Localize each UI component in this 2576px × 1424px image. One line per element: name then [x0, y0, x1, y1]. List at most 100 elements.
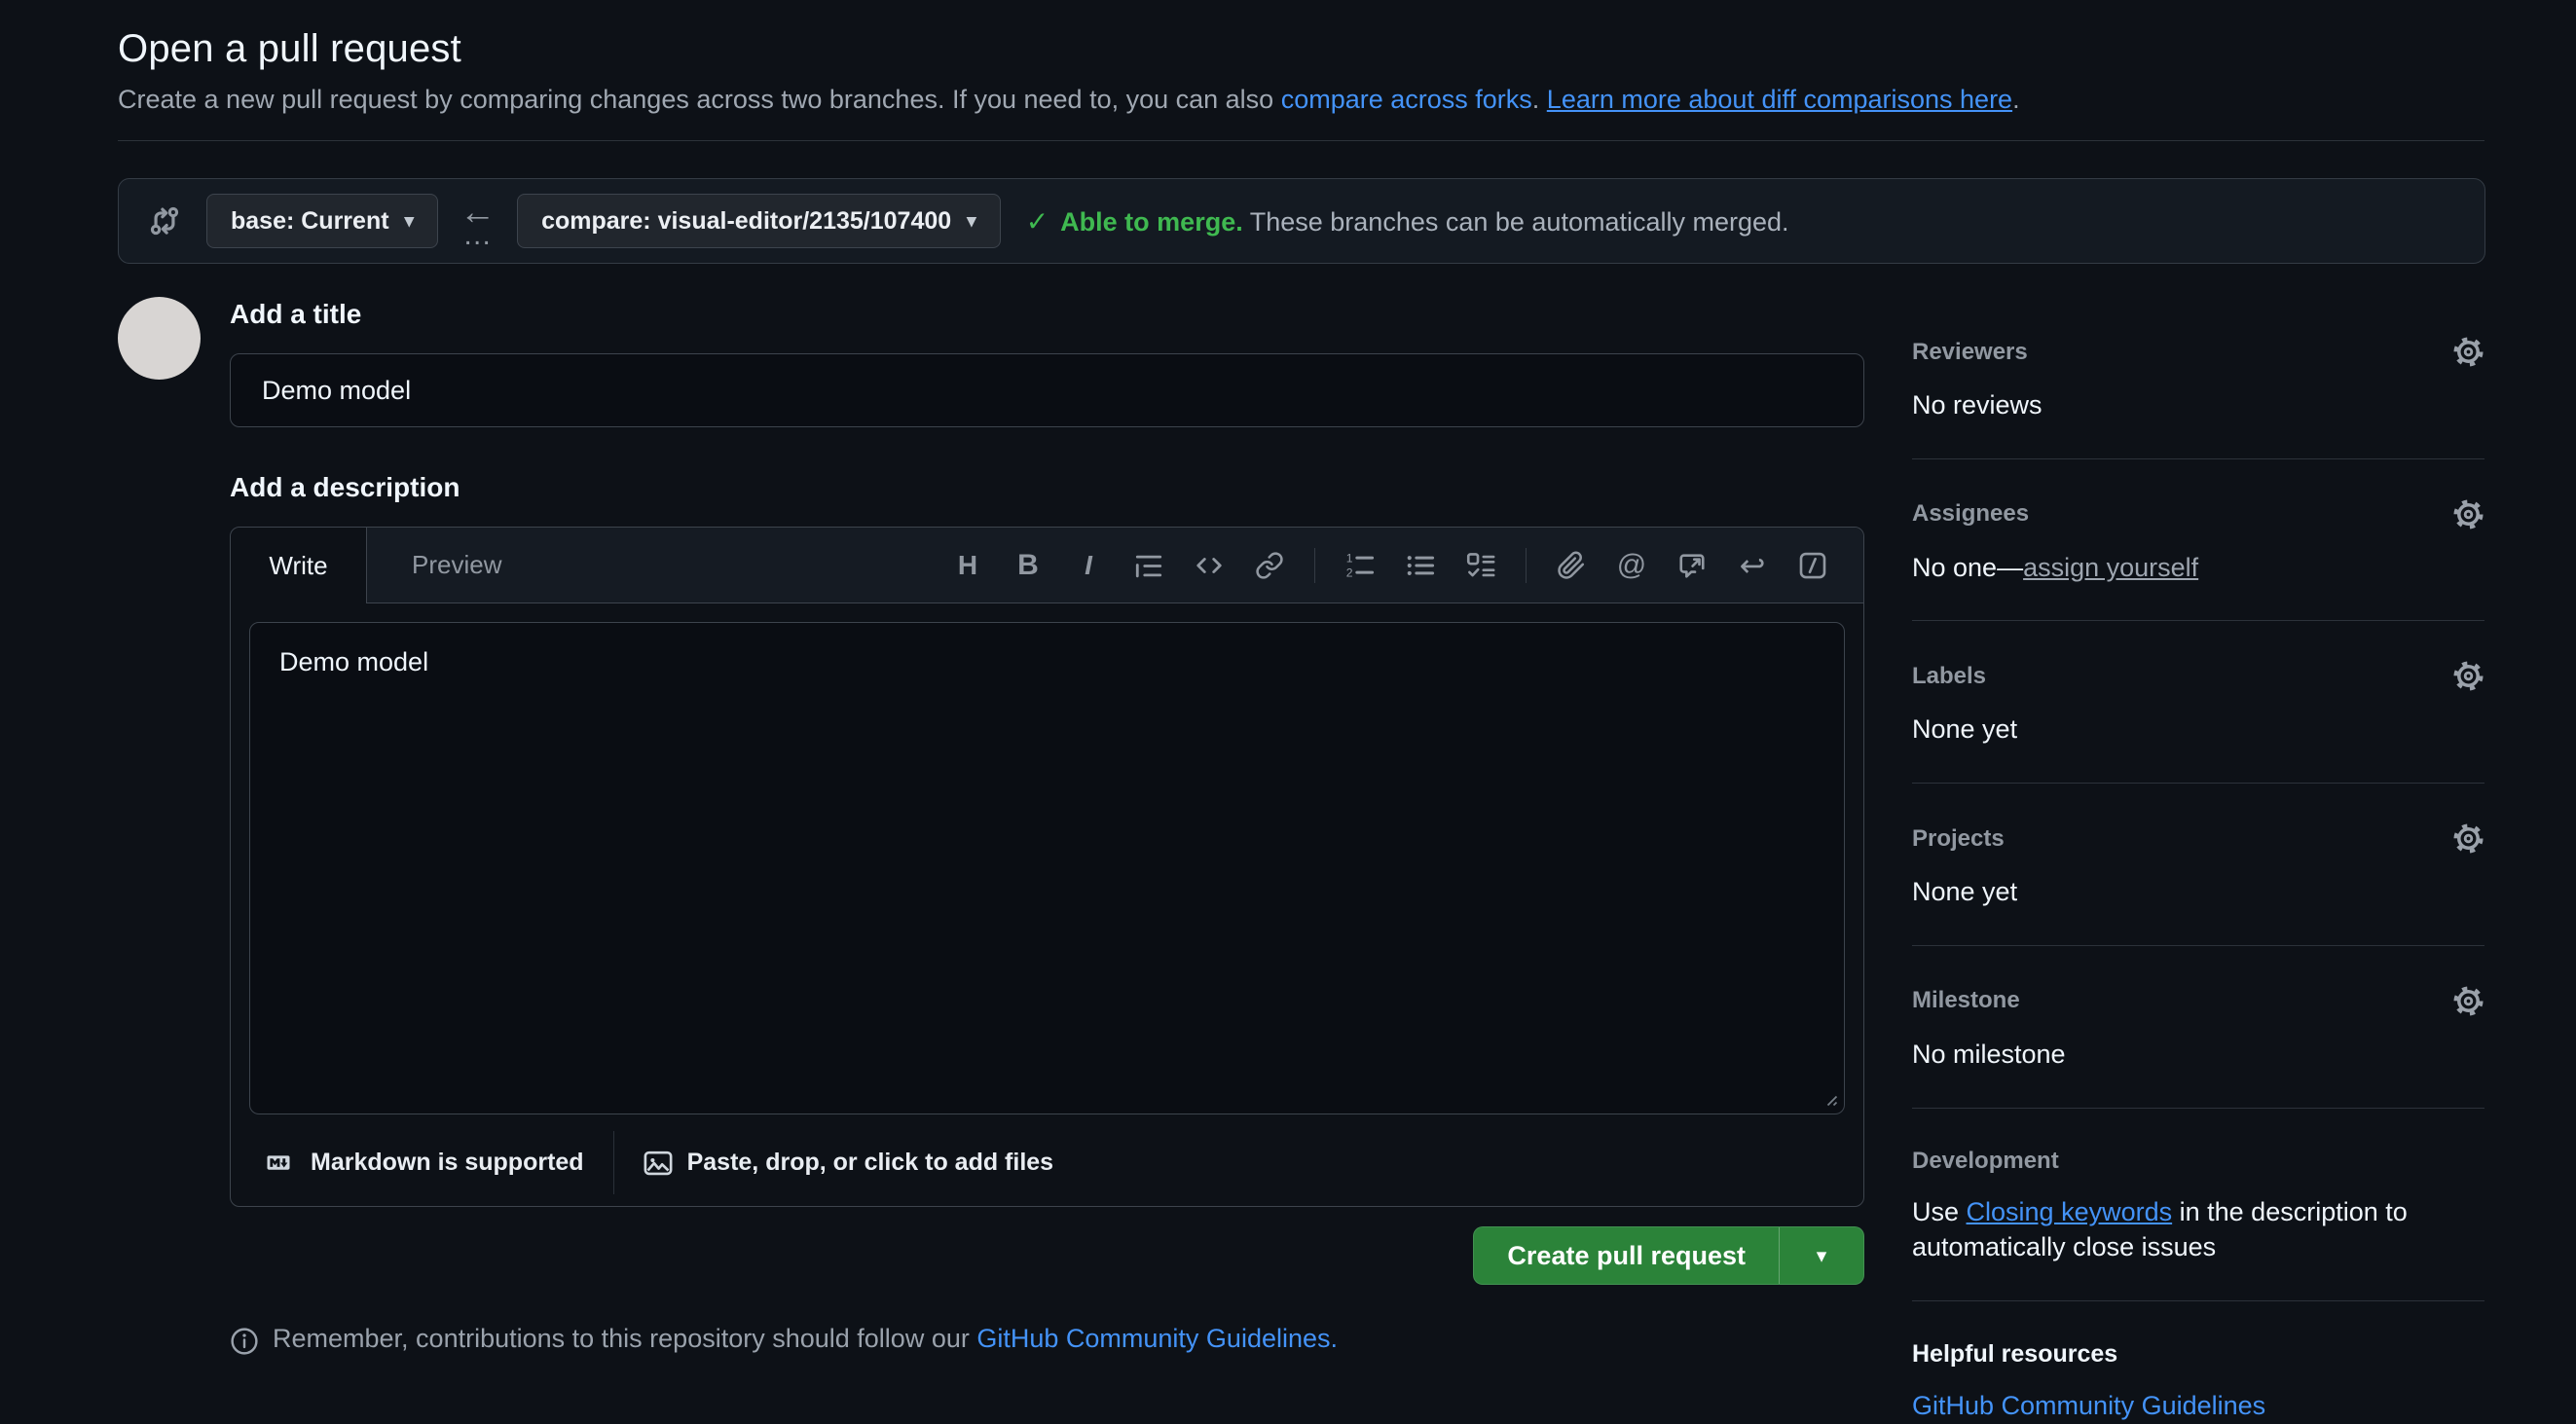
sidebar-divider — [1912, 1108, 2484, 1109]
svg-text:2: 2 — [1346, 566, 1353, 579]
image-icon — [644, 1149, 673, 1178]
toolbar-divider — [1526, 548, 1527, 583]
bold-button[interactable]: B — [1003, 540, 1053, 591]
chevron-down-icon: ▾ — [967, 212, 976, 231]
subtitle-text: Create a new pull request by comparing c… — [118, 85, 1281, 114]
paperclip-icon — [1557, 551, 1586, 580]
page-header: Open a pull request Create a new pull re… — [118, 27, 2484, 141]
avatar-column — [118, 297, 230, 380]
link-button[interactable] — [1244, 540, 1295, 591]
labels-value: None yet — [1912, 712, 2484, 748]
closing-keywords-link[interactable]: Closing keywords — [1967, 1197, 2173, 1226]
link-icon — [1255, 551, 1284, 580]
gear-icon[interactable] — [2452, 822, 2484, 855]
markdown-toolbar: H B I 12 — [942, 528, 1863, 602]
gear-icon[interactable] — [2452, 660, 2484, 692]
saved-replies-button[interactable]: ↩ — [1727, 540, 1778, 591]
create-pull-request-button[interactable]: Create pull request — [1474, 1227, 1779, 1284]
page-subtitle: Create a new pull request by comparing c… — [118, 85, 2484, 115]
sidebar-section-development: Development Use Closing keywords in the … — [1912, 1148, 2484, 1301]
ordered-list-icon: 12 — [1345, 551, 1375, 580]
sidebar-section-milestone: Milestone No milestone — [1912, 985, 2484, 1109]
merge-status: ✓ Able to merge. These branches can be a… — [1026, 205, 1789, 237]
tab-write[interactable]: Write — [231, 528, 367, 603]
gear-icon[interactable] — [2452, 336, 2484, 368]
diff-comparisons-link[interactable]: Learn more about diff comparisons here — [1547, 85, 2012, 114]
sidebar-divider — [1912, 783, 2484, 784]
sidebar-section-labels: Labels None yet — [1912, 660, 2484, 784]
cross-reference-button[interactable] — [1667, 540, 1717, 591]
heading-icon: H — [958, 550, 977, 581]
compare-branch-selector[interactable]: compare: visual-editor/2135/107400 ▾ — [517, 194, 1001, 248]
check-icon: ✓ — [1026, 205, 1049, 237]
create-pull-request-dropdown[interactable]: ▾ — [1779, 1227, 1863, 1284]
markdown-hint-label: Markdown is supported — [311, 1149, 584, 1177]
community-guidelines-link[interactable]: GitHub Community Guidelines. — [976, 1324, 1338, 1353]
mention-icon: @ — [1617, 549, 1646, 582]
sidebar-section-helpful-resources: Helpful resources GitHub Community Guide… — [1912, 1340, 2484, 1424]
pr-description-textarea[interactable]: Demo model — [249, 622, 1845, 1114]
helpful-community-guidelines-link[interactable]: GitHub Community Guidelines — [1912, 1391, 2265, 1420]
quote-icon — [1134, 551, 1163, 580]
cross-reference-icon — [1677, 551, 1707, 580]
pr-title-input[interactable] — [230, 353, 1864, 427]
task-list-icon — [1466, 551, 1495, 580]
milestone-value: No milestone — [1912, 1037, 2484, 1073]
markdown-editor: Write Preview H B I — [230, 527, 1864, 1207]
attach-files-button[interactable]: Paste, drop, or click to add files — [644, 1149, 1054, 1178]
labels-title: Labels — [1912, 663, 1986, 690]
base-branch-label: base: Current — [231, 207, 389, 236]
italic-icon: I — [1085, 550, 1092, 581]
heading-button[interactable]: H — [942, 540, 993, 591]
development-title: Development — [1912, 1148, 2059, 1175]
reviewers-title: Reviewers — [1912, 339, 2028, 366]
italic-button[interactable]: I — [1063, 540, 1114, 591]
page-title: Open a pull request — [118, 27, 2484, 71]
reviewers-value: No reviews — [1912, 387, 2484, 423]
reply-icon: ↩ — [1740, 547, 1766, 584]
ellipsis-icon: … — [462, 227, 493, 244]
merge-status-bold: Able to merge. — [1060, 207, 1243, 237]
header-divider — [118, 140, 2484, 141]
info-icon — [230, 1327, 259, 1356]
code-button[interactable] — [1184, 540, 1234, 591]
markdown-icon — [261, 1151, 296, 1174]
gear-icon[interactable] — [2452, 985, 2484, 1017]
task-list-button[interactable] — [1455, 540, 1506, 591]
mention-button[interactable]: @ — [1606, 540, 1657, 591]
attach-file-button[interactable] — [1546, 540, 1597, 591]
assignees-title: Assignees — [1912, 500, 2029, 528]
title-label: Add a title — [230, 299, 1864, 330]
bold-icon: B — [1017, 549, 1039, 582]
ordered-list-button[interactable]: 12 — [1335, 540, 1385, 591]
quote-button[interactable] — [1123, 540, 1174, 591]
toolbar-divider — [1314, 548, 1315, 583]
editor-footer: Markdown is supported Paste, drop, or cl… — [231, 1119, 1863, 1206]
git-compare-icon — [148, 204, 181, 237]
compare-direction-indicator: ← … — [460, 198, 496, 244]
assignees-value: No one— — [1912, 553, 2023, 582]
code-icon — [1195, 551, 1224, 580]
description-label: Add a description — [230, 472, 1864, 503]
sidebar-divider — [1912, 1300, 2484, 1301]
sidebar-section-assignees: Assignees No one—assign yourself — [1912, 498, 2484, 622]
sidebar-divider — [1912, 458, 2484, 459]
slash-command-icon — [1798, 551, 1827, 580]
subtitle-period: . — [2012, 85, 2020, 114]
gear-icon[interactable] — [2452, 498, 2484, 530]
tab-preview[interactable]: Preview — [367, 528, 546, 602]
attach-hint-label: Paste, drop, or click to add files — [687, 1149, 1054, 1177]
footer-divider — [613, 1131, 614, 1194]
base-branch-selector[interactable]: base: Current ▾ — [206, 194, 438, 248]
development-text: Use — [1912, 1197, 1967, 1226]
assign-yourself-link[interactable]: assign yourself — [2023, 553, 2198, 582]
slash-commands-button[interactable] — [1787, 540, 1838, 591]
compare-across-forks-link[interactable]: compare across forks — [1281, 85, 1532, 114]
unordered-list-icon — [1406, 551, 1435, 580]
contribution-note: Remember, contributions to this reposito… — [230, 1324, 1864, 1356]
unordered-list-button[interactable] — [1395, 540, 1446, 591]
create-pull-request-split-button: Create pull request ▾ — [1473, 1226, 1864, 1285]
avatar — [118, 297, 201, 380]
resize-handle[interactable] — [1821, 1089, 1838, 1112]
markdown-supported-link[interactable]: Markdown is supported — [249, 1149, 584, 1177]
